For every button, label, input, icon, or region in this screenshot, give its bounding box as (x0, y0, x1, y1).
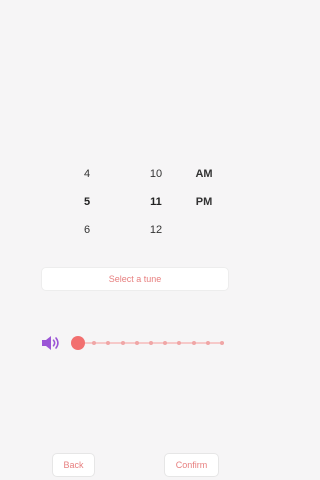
volume-tick (205, 340, 210, 345)
volume-track[interactable] (78, 340, 224, 345)
minute-option[interactable]: 12 (131, 216, 181, 244)
volume-tick (106, 340, 111, 345)
back-button[interactable]: Back (52, 453, 95, 477)
time-picker[interactable]: 4 5 6 10 11 12 AM PM (0, 160, 270, 250)
volume-tick (92, 340, 97, 345)
period-option-pm[interactable]: PM (179, 188, 229, 216)
volume-slider-thumb[interactable] (71, 336, 85, 350)
select-tune-button[interactable]: Select a tune (41, 267, 229, 291)
volume-tick (149, 340, 153, 345)
volume-control (0, 332, 270, 354)
volume-tick (177, 340, 182, 345)
hour-option-selected[interactable]: 5 (62, 188, 112, 216)
confirm-button[interactable]: Confirm (164, 453, 219, 477)
hour-column[interactable]: 4 5 6 (62, 160, 112, 244)
minute-column[interactable]: 10 11 12 (131, 160, 181, 244)
volume-tick (191, 340, 196, 345)
minute-option[interactable]: 10 (131, 160, 181, 188)
volume-tick (134, 340, 139, 345)
volume-tick (220, 340, 224, 345)
hour-option[interactable]: 6 (62, 216, 112, 244)
speaker-icon[interactable] (41, 335, 61, 351)
period-option-am[interactable]: AM (179, 160, 229, 188)
period-column[interactable]: AM PM (179, 160, 229, 216)
minute-option-selected[interactable]: 11 (131, 188, 181, 216)
volume-tick (163, 340, 168, 345)
volume-tick (120, 340, 125, 345)
hour-option[interactable]: 4 (62, 160, 112, 188)
